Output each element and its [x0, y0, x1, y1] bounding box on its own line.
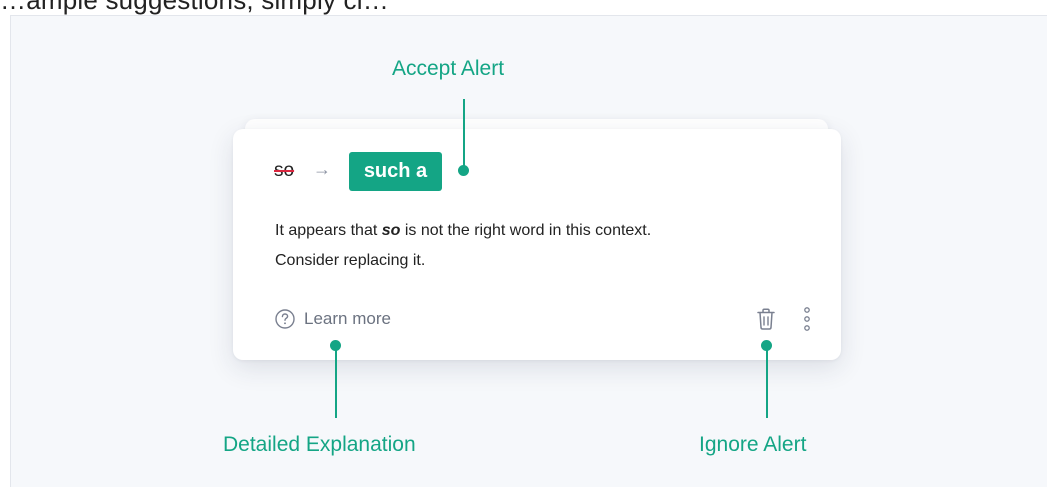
message-text-end: is not the right word in this context.	[400, 222, 652, 239]
ignore-alert-connector	[766, 346, 768, 418]
detailed-explanation-label: Detailed Explanation	[223, 433, 416, 456]
message-highlight-word: so	[381, 222, 401, 239]
trash-icon[interactable]	[755, 307, 777, 331]
learn-more-label: Learn more	[304, 309, 391, 328]
accept-alert-connector	[463, 99, 465, 170]
explanation-connector	[335, 346, 337, 418]
accept-suggestion-button[interactable]: such a	[349, 152, 442, 191]
message-line-2: Consider replacing it.	[275, 252, 426, 269]
learn-more-link[interactable]: Learn more	[275, 307, 391, 331]
message-text-start: It appears that	[275, 222, 382, 239]
accept-alert-marker	[458, 165, 469, 176]
original-word: so	[274, 160, 295, 181]
ignore-alert-label: Ignore Alert	[699, 433, 807, 456]
vertical-dots-icon[interactable]	[802, 306, 812, 332]
header-text: …ample suggestions, simply cl…	[0, 0, 389, 15]
question-circle-icon	[275, 309, 295, 329]
suggestion-message: It appears that so is not the right word…	[275, 216, 815, 276]
accept-alert-label: Accept Alert	[392, 57, 505, 80]
arrow-icon: →	[313, 159, 331, 179]
